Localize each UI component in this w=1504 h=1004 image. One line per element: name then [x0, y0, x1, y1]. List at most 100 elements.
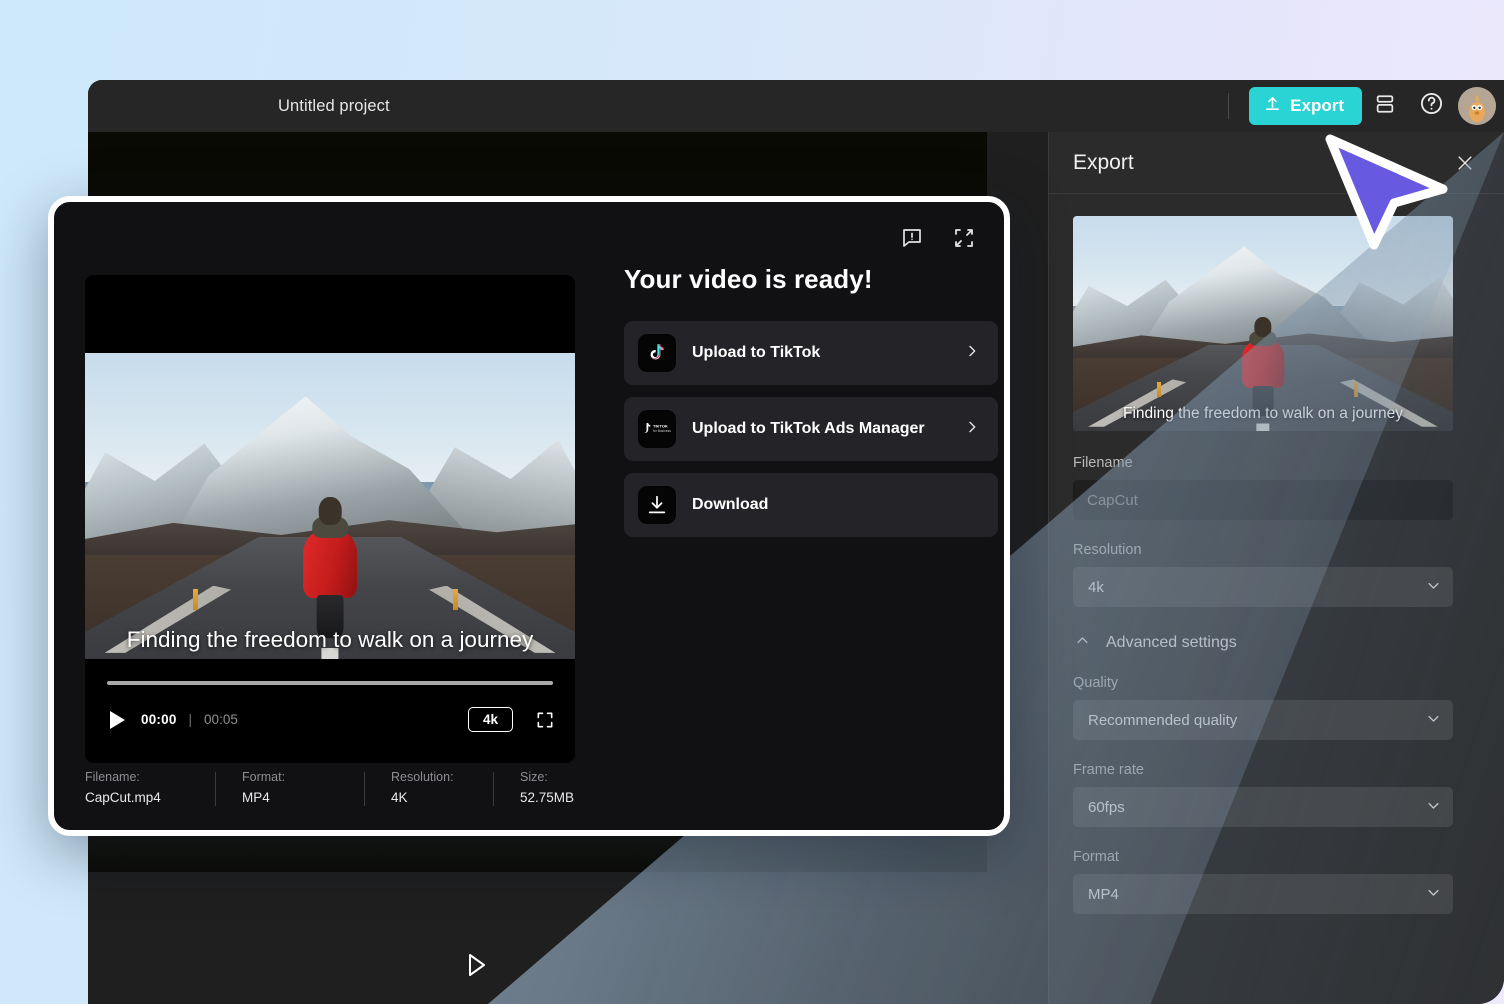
close-icon — [1458, 155, 1472, 170]
download-icon — [638, 486, 676, 524]
meta-format-value: MP4 — [242, 790, 270, 805]
fullscreen-icon — [537, 712, 553, 727]
framerate-select-value: 60fps — [1088, 798, 1125, 816]
resolution-label: Resolution — [1073, 542, 1142, 558]
letterbox-top — [85, 275, 575, 353]
modal-toolbar — [898, 224, 978, 252]
help-button[interactable] — [1408, 83, 1454, 129]
format-select[interactable]: MP4 — [1073, 874, 1453, 914]
download-label: Download — [692, 496, 769, 513]
svg-text:TIKTOK: TIKTOK — [653, 424, 668, 429]
format-select-value: MP4 — [1088, 885, 1119, 903]
filename-label: Filename — [1073, 455, 1133, 471]
export-thumbnail-caption: Finding the freedom to walk on a journey — [1122, 405, 1404, 422]
play-icon — [110, 710, 125, 729]
svg-text:for Business: for Business — [653, 429, 671, 433]
meta-size: Size: 52.75MB — [520, 770, 574, 805]
advanced-settings-label: Advanced settings — [1106, 634, 1237, 651]
meta-filename-key: Filename: — [85, 770, 140, 784]
preview-scene-art — [85, 353, 575, 659]
collapse-arrows-icon — [955, 229, 973, 247]
player-controls-row: 00:00 | 00:05 4k — [107, 707, 555, 732]
stage-play-button[interactable] — [466, 952, 488, 978]
quality-select[interactable]: Recommended quality — [1073, 700, 1453, 740]
resolution-select-value: 4k — [1088, 578, 1104, 596]
meta-divider — [364, 772, 365, 806]
page-title: Untitled project — [278, 96, 390, 115]
mouse-cursor — [1322, 133, 1450, 256]
meta-resolution: Resolution: 4K — [391, 770, 467, 805]
topbar-actions: Export — [1228, 80, 1504, 132]
upload-icon — [1264, 95, 1281, 117]
meta-filename: Filename: CapCut.mp4 — [85, 770, 189, 805]
duration: 00:05 — [204, 712, 238, 727]
tiktok-for-business-icon: TIKTOK for Business — [638, 410, 676, 448]
export-panel: Export Finding the freedom to walk on a … — [1048, 132, 1504, 1004]
feedback-button[interactable] — [898, 224, 926, 252]
chevron-down-icon — [1426, 711, 1441, 730]
mouse-pointer-icon — [1325, 134, 1448, 250]
toolbar-divider — [1228, 93, 1230, 119]
layout-panels-icon — [1374, 93, 1396, 120]
collapse-button[interactable] — [950, 224, 978, 252]
format-label: Format — [1073, 849, 1119, 865]
modal-inner: Finding the freedom to walk on a journey… — [54, 202, 1004, 830]
fullscreen-button[interactable] — [535, 710, 555, 730]
chevron-down-icon — [1426, 578, 1441, 597]
framerate-label: Frame rate — [1073, 762, 1144, 778]
modal-actions-column: Your video is ready! Upload to TikTok TI… — [624, 264, 998, 537]
play-button[interactable] — [107, 709, 129, 731]
meta-resolution-key: Resolution: — [391, 770, 454, 784]
help-circle-icon — [1419, 91, 1444, 121]
app-topbar: Untitled project Export — [88, 80, 1504, 132]
play-outline-icon — [469, 954, 485, 976]
chevron-right-icon — [964, 419, 980, 440]
upload-to-tiktok-button[interactable]: Upload to TikTok — [624, 321, 998, 385]
modal-title: Your video is ready! — [624, 264, 873, 294]
chevron-down-icon — [1426, 798, 1441, 817]
meta-format: Format: MP4 — [242, 770, 338, 805]
chevron-right-icon — [964, 343, 980, 364]
chevron-up-icon — [1075, 633, 1090, 653]
export-button-label: Export — [1290, 96, 1344, 115]
meta-filename-value: CapCut.mp4 — [85, 790, 161, 805]
player-controls: 00:00 | 00:05 4k — [85, 659, 575, 763]
resolution-select[interactable]: 4k — [1073, 567, 1453, 607]
export-panel-body: Finding the freedom to walk on a journey… — [1049, 194, 1504, 914]
advanced-settings-toggle[interactable]: Advanced settings — [1075, 633, 1480, 653]
feedback-bubble-icon — [903, 229, 921, 247]
meta-format-key: Format: — [242, 770, 286, 784]
meta-size-key: Size: — [520, 770, 548, 784]
user-avatar — [1458, 87, 1496, 125]
meta-divider — [493, 772, 494, 806]
framerate-select[interactable]: 60fps — [1073, 787, 1453, 827]
filename-input[interactable] — [1073, 480, 1453, 520]
preview-caption: Finding the freedom to walk on a journey — [126, 627, 534, 652]
video-preview-player: Finding the freedom to walk on a journey… — [85, 275, 575, 763]
quality-label: Quality — [1073, 675, 1119, 691]
player-right-controls: 4k — [467, 707, 555, 732]
upload-to-tiktok-ads-manager-button[interactable]: TIKTOK for Business Upload to TikTok Ads… — [624, 397, 998, 461]
file-meta-bar: Filename: CapCut.mp4 Format: MP4 Resolut… — [85, 770, 605, 806]
export-panel-title: Export — [1073, 150, 1134, 174]
meta-resolution-value: 4K — [391, 790, 408, 805]
current-time: 00:00 — [141, 712, 177, 727]
tiktok-icon — [638, 334, 676, 372]
layout-panels-button[interactable] — [1362, 83, 1408, 129]
preview-video-frame: Finding the freedom to walk on a journey — [85, 353, 575, 659]
download-button[interactable]: Download — [624, 473, 998, 537]
export-button[interactable]: Export — [1249, 87, 1362, 125]
time-separator: | — [188, 712, 193, 727]
page-canvas: Untitled project Export Export Finding t… — [0, 0, 1504, 1004]
meta-divider — [215, 772, 216, 806]
quality-badge[interactable]: 4k — [467, 707, 513, 732]
chevron-down-icon — [1426, 885, 1441, 904]
video-ready-modal: Finding the freedom to walk on a journey… — [48, 196, 1010, 836]
avatar[interactable] — [1458, 87, 1496, 125]
progress-slider[interactable] — [107, 681, 553, 685]
quality-select-value: Recommended quality — [1088, 711, 1238, 729]
upload-to-tiktok-label: Upload to TikTok — [692, 344, 821, 361]
close-export-panel-button[interactable] — [1450, 148, 1480, 178]
meta-size-value: 52.75MB — [520, 790, 575, 805]
upload-to-tiktok-ads-manager-label: Upload to TikTok Ads Manager — [692, 420, 925, 437]
